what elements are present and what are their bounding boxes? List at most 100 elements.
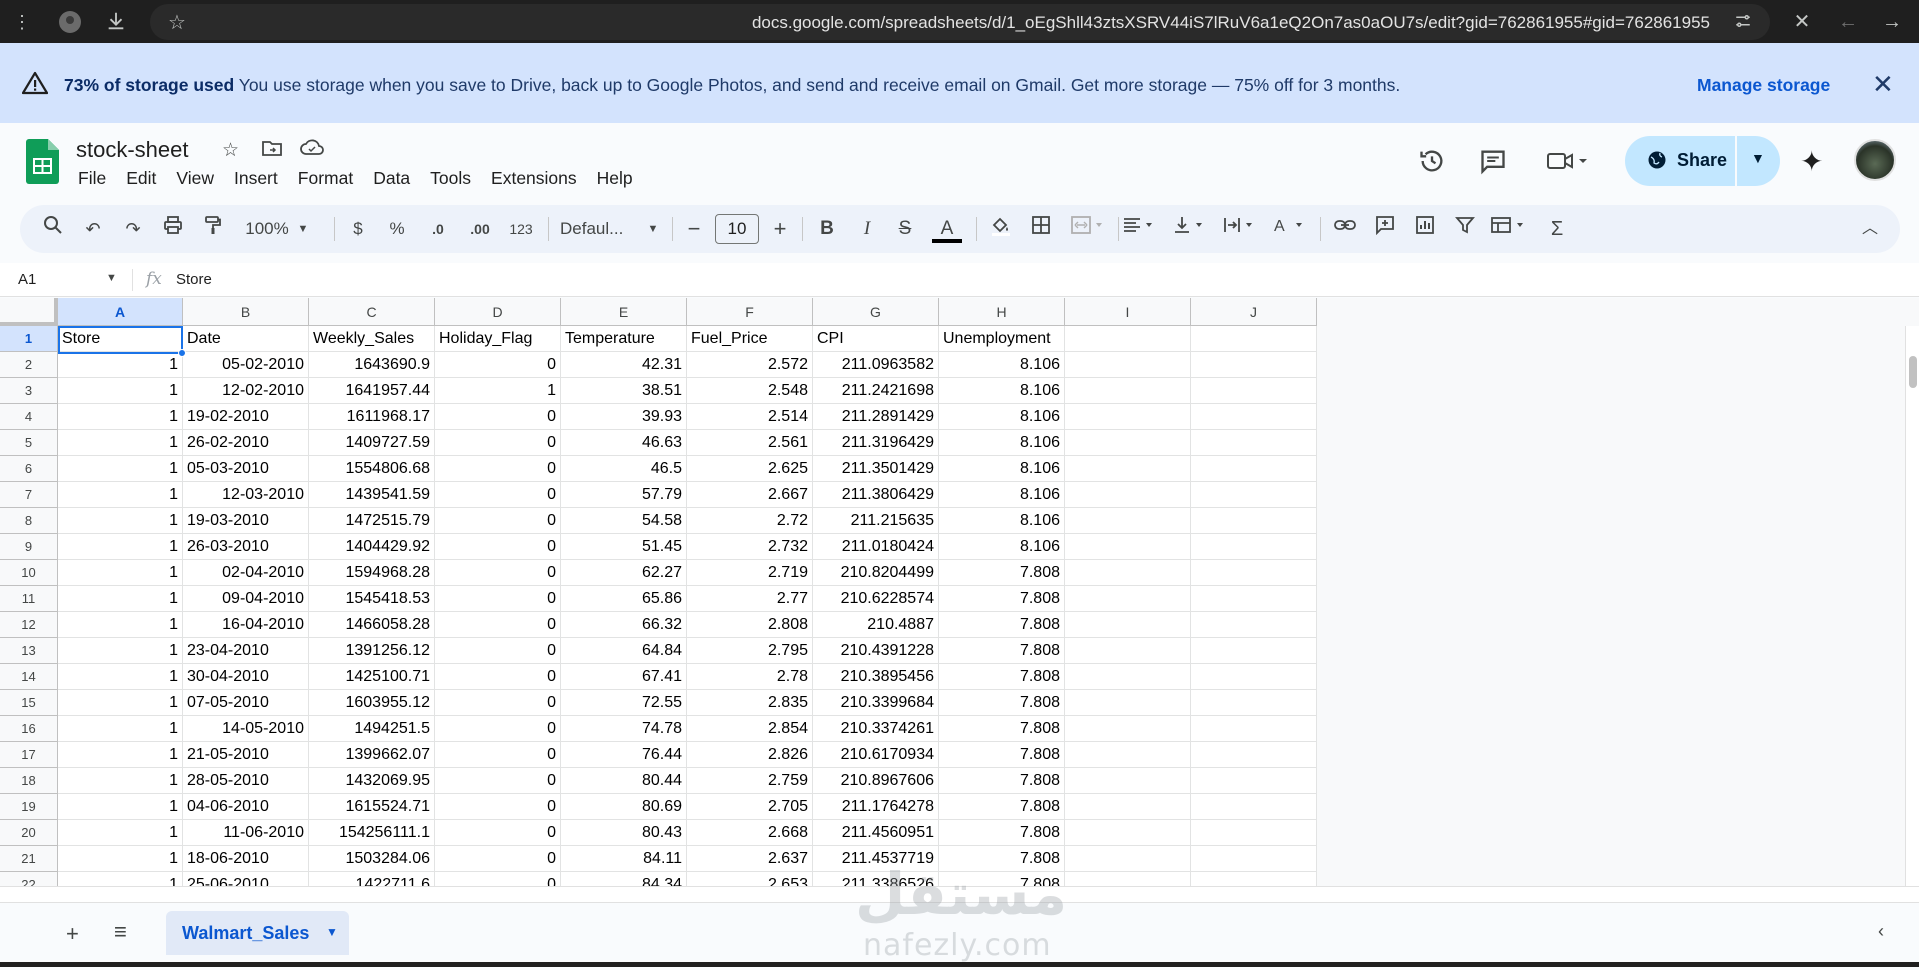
- font-caret-icon[interactable]: ▼: [646, 215, 660, 243]
- table-cell[interactable]: 1: [435, 378, 561, 404]
- table-cell[interactable]: 1: [58, 456, 183, 482]
- table-cell[interactable]: [1065, 768, 1191, 794]
- table-cell[interactable]: 21-05-2010: [183, 742, 309, 768]
- gemini-icon[interactable]: ✦: [1800, 145, 1823, 178]
- table-cell[interactable]: 210.6228574: [813, 586, 939, 612]
- column-header-c[interactable]: C: [309, 298, 435, 326]
- table-cell[interactable]: 1641957.44: [309, 378, 435, 404]
- text-color-icon[interactable]: A: [932, 215, 962, 243]
- menu-view[interactable]: View: [176, 168, 224, 189]
- table-cell[interactable]: 2.808: [687, 612, 813, 638]
- table-cell[interactable]: 211.3501429: [813, 456, 939, 482]
- header-cell[interactable]: [1065, 326, 1191, 352]
- table-cell[interactable]: 211.0963582: [813, 352, 939, 378]
- table-cell[interactable]: 210.6170934: [813, 742, 939, 768]
- sheets-logo-icon[interactable]: [26, 139, 59, 184]
- table-cell[interactable]: 8.106: [939, 508, 1065, 534]
- table-cell[interactable]: 1404429.92: [309, 534, 435, 560]
- hide-menus-chevron-icon[interactable]: ︿: [1860, 215, 1880, 243]
- table-cell[interactable]: 57.79: [561, 482, 687, 508]
- explore-collapse-icon[interactable]: ‹: [1878, 921, 1884, 942]
- table-cell[interactable]: 211.0180424: [813, 534, 939, 560]
- table-cell[interactable]: 0: [435, 612, 561, 638]
- table-cell[interactable]: 2.514: [687, 404, 813, 430]
- comments-icon[interactable]: [1479, 147, 1507, 182]
- table-cell[interactable]: 02-04-2010: [183, 560, 309, 586]
- table-cell[interactable]: 16-04-2010: [183, 612, 309, 638]
- add-sheet-icon[interactable]: +: [66, 921, 79, 947]
- row-header[interactable]: 6: [0, 456, 58, 482]
- search-icon[interactable]: [40, 215, 66, 243]
- table-cell[interactable]: [1065, 586, 1191, 612]
- vertical-scroll-thumb[interactable]: [1909, 356, 1917, 388]
- table-cell[interactable]: 80.69: [561, 794, 687, 820]
- table-cell[interactable]: [1191, 586, 1317, 612]
- address-bar[interactable]: ☆ docs.google.com/spreadsheets/d/1_oEgSh…: [150, 4, 1770, 40]
- column-header-h[interactable]: H: [939, 298, 1065, 326]
- table-cell[interactable]: [1191, 560, 1317, 586]
- table-cell[interactable]: 66.32: [561, 612, 687, 638]
- table-cell[interactable]: 1554806.68: [309, 456, 435, 482]
- forward-icon[interactable]: →: [1880, 10, 1904, 34]
- all-sheets-icon[interactable]: ≡: [114, 919, 127, 945]
- table-cell[interactable]: 2.732: [687, 534, 813, 560]
- table-cell[interactable]: 0: [435, 638, 561, 664]
- table-cell[interactable]: 23-04-2010: [183, 638, 309, 664]
- table-cell[interactable]: [1191, 768, 1317, 794]
- table-cell[interactable]: 0: [435, 742, 561, 768]
- table-cell[interactable]: 12-03-2010: [183, 482, 309, 508]
- row-header[interactable]: 4: [0, 404, 58, 430]
- table-cell[interactable]: 1: [58, 404, 183, 430]
- table-cell[interactable]: 38.51: [561, 378, 687, 404]
- row-header[interactable]: 2: [0, 352, 58, 378]
- table-cell[interactable]: 0: [435, 430, 561, 456]
- avatar[interactable]: [1854, 139, 1896, 181]
- menu-format[interactable]: Format: [298, 168, 363, 189]
- table-cell[interactable]: 2.572: [687, 352, 813, 378]
- row-header[interactable]: 21: [0, 846, 58, 872]
- table-cell[interactable]: 67.41: [561, 664, 687, 690]
- table-cell[interactable]: 07-05-2010: [183, 690, 309, 716]
- table-cell[interactable]: 1: [58, 352, 183, 378]
- row-header[interactable]: 5: [0, 430, 58, 456]
- row-header[interactable]: 11: [0, 586, 58, 612]
- table-cell[interactable]: 1: [58, 612, 183, 638]
- manage-storage-link[interactable]: Manage storage: [1697, 75, 1830, 96]
- table-cell[interactable]: 210.8204499: [813, 560, 939, 586]
- table-cell[interactable]: [1191, 508, 1317, 534]
- italic-icon[interactable]: I: [856, 215, 878, 243]
- currency-format-button[interactable]: $: [348, 215, 368, 243]
- table-cell[interactable]: 65.86: [561, 586, 687, 612]
- table-cell[interactable]: 210.8967606: [813, 768, 939, 794]
- row-header[interactable]: 8: [0, 508, 58, 534]
- table-cell[interactable]: 14-05-2010: [183, 716, 309, 742]
- table-cell[interactable]: 0: [435, 404, 561, 430]
- menu-file[interactable]: File: [78, 168, 116, 189]
- table-cell[interactable]: [1065, 664, 1191, 690]
- row-header[interactable]: 3: [0, 378, 58, 404]
- table-cell[interactable]: 1: [58, 638, 183, 664]
- bold-icon[interactable]: B: [816, 215, 838, 243]
- share-dropdown-icon[interactable]: ▼: [1751, 150, 1765, 166]
- more-vert-icon[interactable]: ⋮: [10, 10, 34, 34]
- table-cell[interactable]: [1065, 378, 1191, 404]
- row-header[interactable]: 19: [0, 794, 58, 820]
- table-cell[interactable]: 19-03-2010: [183, 508, 309, 534]
- table-cell[interactable]: 211.3806429: [813, 482, 939, 508]
- table-cell[interactable]: [1065, 716, 1191, 742]
- table-cell[interactable]: 7.808: [939, 586, 1065, 612]
- column-header-f[interactable]: F: [687, 298, 813, 326]
- table-cell[interactable]: 2.72: [687, 508, 813, 534]
- site-settings-icon[interactable]: [1734, 12, 1752, 35]
- row-header[interactable]: 14: [0, 664, 58, 690]
- table-cell[interactable]: [1065, 690, 1191, 716]
- table-cell[interactable]: [1065, 404, 1191, 430]
- table-cell[interactable]: 7.808: [939, 768, 1065, 794]
- row-header[interactable]: 17: [0, 742, 58, 768]
- table-cell[interactable]: 7.808: [939, 794, 1065, 820]
- table-cell[interactable]: 2.625: [687, 456, 813, 482]
- table-cell[interactable]: 0: [435, 534, 561, 560]
- table-cell[interactable]: [1191, 352, 1317, 378]
- row-header[interactable]: 16: [0, 716, 58, 742]
- table-cell[interactable]: [1191, 820, 1317, 846]
